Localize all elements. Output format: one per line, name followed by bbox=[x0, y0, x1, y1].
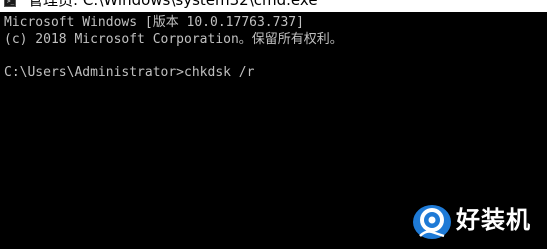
haozhuangji-logo-icon bbox=[413, 205, 451, 239]
command-prompt-line: C:\Users\Administrator>chkdsk /r bbox=[4, 65, 255, 80]
title-bar[interactable]: >_ 管理员: C:\Windows\system32\cmd.exe bbox=[0, 0, 547, 12]
console-line: (c) 2018 Microsoft Corporation。保留所有权利。 bbox=[4, 32, 343, 47]
console-line: Microsoft Windows [版本 10.0.17763.737] bbox=[4, 15, 304, 30]
watermark: 好装机 bbox=[410, 200, 547, 244]
cmd-icon: >_ bbox=[4, 0, 16, 7]
watermark-text: 好装机 bbox=[456, 206, 531, 234]
cmd-window: >_ 管理员: C:\Windows\system32\cmd.exe Micr… bbox=[0, 0, 547, 249]
window-title: 管理员: C:\Windows\system32\cmd.exe bbox=[28, 0, 318, 9]
